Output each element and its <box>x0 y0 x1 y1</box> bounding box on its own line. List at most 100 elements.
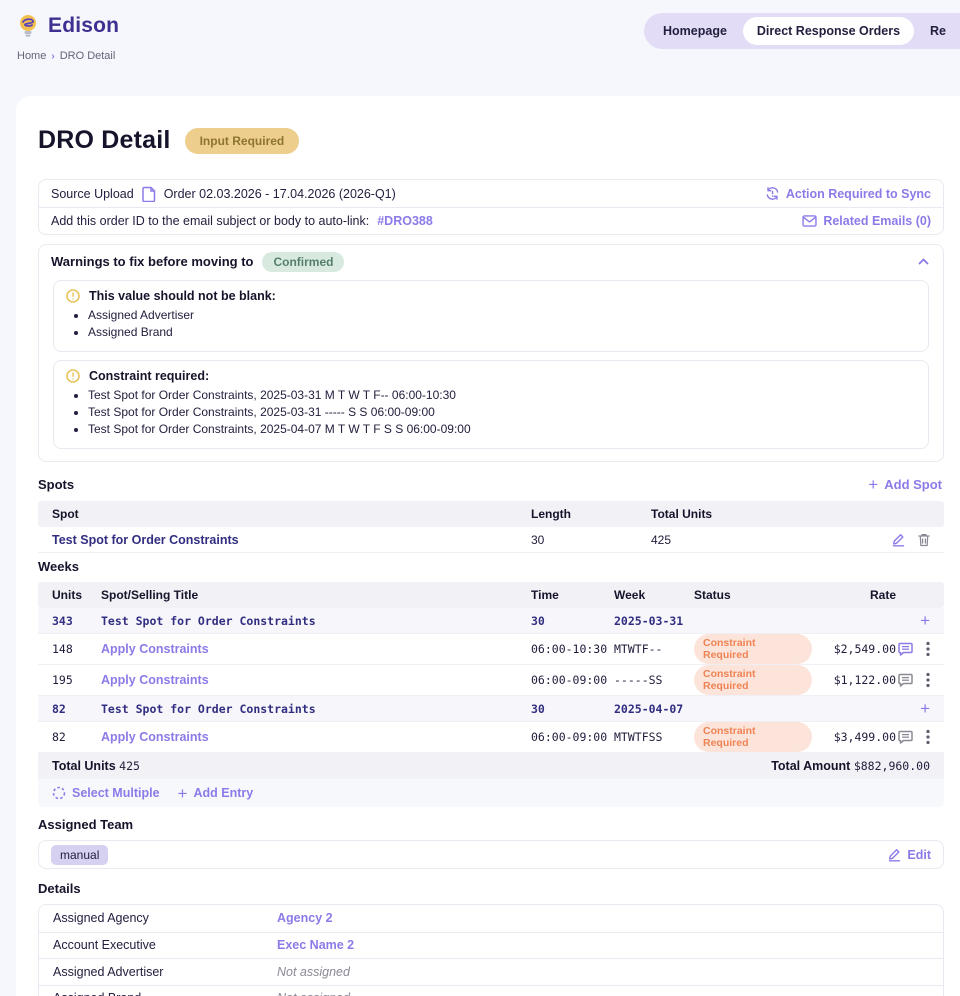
weeks-group-row: 343Test Spot for Order Constraints302025… <box>38 608 944 634</box>
units-cell: 343 <box>52 614 101 628</box>
week-cell: MTWTFSS <box>614 730 694 744</box>
warning-group-title: Constraint required: <box>66 369 916 383</box>
file-icon[interactable] <box>142 186 156 202</box>
detail-label: Assigned Brand <box>53 991 277 996</box>
weeks-detail-row: 82Apply Constraints06:00-09:00MTWTFSSCon… <box>38 722 944 753</box>
spot-name-link[interactable]: Test Spot for Order Constraints <box>52 533 531 547</box>
collapse-warnings-button[interactable] <box>916 256 931 267</box>
source-upload-label: Source Upload <box>51 187 134 201</box>
units-cell: 195 <box>52 673 101 687</box>
add-week-entry-button[interactable]: + <box>920 612 930 629</box>
weeks-col-units: Units <box>52 588 101 602</box>
plus-icon: + <box>920 612 930 629</box>
constraint-required-badge: Constraint Required <box>694 722 812 752</box>
time-cell: 06:00-10:30 <box>531 642 614 656</box>
time-cell: 30 <box>531 702 614 716</box>
warning-item: Test Spot for Order Constraints, 2025-04… <box>88 422 916 436</box>
time-cell: 30 <box>531 614 614 628</box>
spots-col-spot: Spot <box>52 507 531 521</box>
assigned-team-heading: Assigned Team <box>38 817 133 832</box>
select-multiple-button[interactable]: Select Multiple <box>52 786 160 800</box>
plus-icon: + <box>178 785 188 802</box>
dashed-circle-icon <box>52 786 66 800</box>
team-tag: manual <box>51 845 108 865</box>
weeks-col-title: Spot/Selling Title <box>101 588 531 602</box>
rate-cell: $3,499.00 <box>812 730 896 744</box>
detail-value: Not assigned <box>277 965 929 979</box>
row-menu-button[interactable] <box>926 729 930 745</box>
apply-constraints-link[interactable]: Apply Constraints <box>101 673 531 687</box>
warning-group-text: This value should not be blank: <box>89 289 276 303</box>
add-week-entry-button[interactable]: + <box>920 700 930 717</box>
detail-row: Assigned BrandNot assigned <box>39 985 943 996</box>
units-cell: 82 <box>52 702 101 716</box>
delete-spot-button[interactable] <box>918 533 930 547</box>
brand-name: Edison <box>48 14 119 38</box>
weeks-rows: 343Test Spot for Order Constraints302025… <box>38 608 944 753</box>
status-cell: Constraint Required <box>694 722 812 752</box>
add-entry-button[interactable]: + Add Entry <box>178 785 254 802</box>
nav-tab-re[interactable]: Re <box>916 17 960 45</box>
edit-spot-button[interactable] <box>892 533 905 547</box>
weeks-actions-row: Select Multiple + Add Entry <box>38 779 944 807</box>
week-cell: MTWTF-- <box>614 642 694 656</box>
rate-cell: $2,549.00 <box>812 642 896 656</box>
weeks-col-time: Time <box>531 588 614 602</box>
total-amount-value: $882,960.00 <box>854 759 930 773</box>
spot-title-link[interactable]: Test Spot for Order Constraints <box>101 614 531 628</box>
detail-value: Not assigned <box>277 991 929 996</box>
top-bar: Edison HomepageDirect Response OrdersRe … <box>0 0 960 96</box>
warning-item: Test Spot for Order Constraints, 2025-03… <box>88 388 916 402</box>
nav-tab-homepage[interactable]: Homepage <box>649 17 741 45</box>
week-cell: -----SS <box>614 673 694 687</box>
warning-item: Assigned Brand <box>88 325 916 339</box>
order-file-link[interactable]: Order 02.03.2026 - 17.04.2026 (2026-Q1) <box>164 187 396 201</box>
top-nav: HomepageDirect Response OrdersRe <box>644 13 960 49</box>
time-cell: 06:00-09:00 <box>531 673 614 687</box>
week-cell: 2025-03-31 <box>614 614 694 628</box>
comment-icon <box>898 673 913 687</box>
row-actions: + <box>896 700 930 717</box>
comment-button[interactable] <box>898 730 913 744</box>
spot-title-link[interactable]: Test Spot for Order Constraints <box>101 702 531 716</box>
total-amount-label: Total Amount <box>771 759 850 773</box>
edit-team-button[interactable]: Edit <box>888 848 931 862</box>
spots-col-length: Length <box>531 507 651 521</box>
constraint-required-badge: Constraint Required <box>694 634 812 664</box>
related-emails-link[interactable]: Related Emails (0) <box>802 214 931 228</box>
warning-items: Test Spot for Order Constraints, 2025-03… <box>88 388 916 436</box>
breadcrumb-home-link[interactable]: Home <box>17 50 46 62</box>
spot-length: 30 <box>531 533 651 547</box>
detail-value[interactable]: Agency 2 <box>277 911 929 925</box>
total-units-value: 425 <box>119 759 140 773</box>
spots-rows: Test Spot for Order Constraints30425 <box>38 527 944 553</box>
plus-icon: + <box>920 700 930 717</box>
details-heading: Details <box>38 881 81 896</box>
warnings-box: Warnings to fix before moving to Confirm… <box>38 244 944 462</box>
action-required-sync-link[interactable]: Action Required to Sync <box>765 186 931 201</box>
apply-constraints-link[interactable]: Apply Constraints <box>101 642 531 656</box>
weeks-totals-row: Total Units 425 Total Amount $882,960.00 <box>38 753 944 779</box>
row-actions <box>896 729 930 745</box>
total-units-label: Total Units <box>52 759 116 773</box>
warning-item: Test Spot for Order Constraints, 2025-03… <box>88 405 916 419</box>
row-menu-button[interactable] <box>926 641 930 657</box>
detail-label: Assigned Advertiser <box>53 965 277 979</box>
breadcrumb-current: DRO Detail <box>60 50 116 62</box>
apply-constraints-link[interactable]: Apply Constraints <box>101 730 531 744</box>
order-id-link[interactable]: #DRO388 <box>377 214 433 228</box>
add-spot-button[interactable]: + Add Spot <box>868 476 942 493</box>
row-menu-button[interactable] <box>926 672 930 688</box>
comment-button[interactable] <box>898 642 913 656</box>
comment-button[interactable] <box>898 673 913 687</box>
warning-group-text: Constraint required: <box>89 369 209 383</box>
source-box: Source Upload Order 02.03.2026 - 17.04.2… <box>38 179 944 235</box>
detail-value[interactable]: Exec Name 2 <box>277 938 929 952</box>
page-title: DRO Detail <box>38 126 171 155</box>
confirmed-badge: Confirmed <box>262 252 344 272</box>
spots-col-total-units: Total Units <box>651 507 872 521</box>
nav-tab-direct-response-orders[interactable]: Direct Response Orders <box>743 17 914 45</box>
detail-label: Assigned Agency <box>53 911 277 925</box>
warning-group-title: This value should not be blank: <box>66 289 916 303</box>
spot-total-units: 425 <box>651 533 872 547</box>
